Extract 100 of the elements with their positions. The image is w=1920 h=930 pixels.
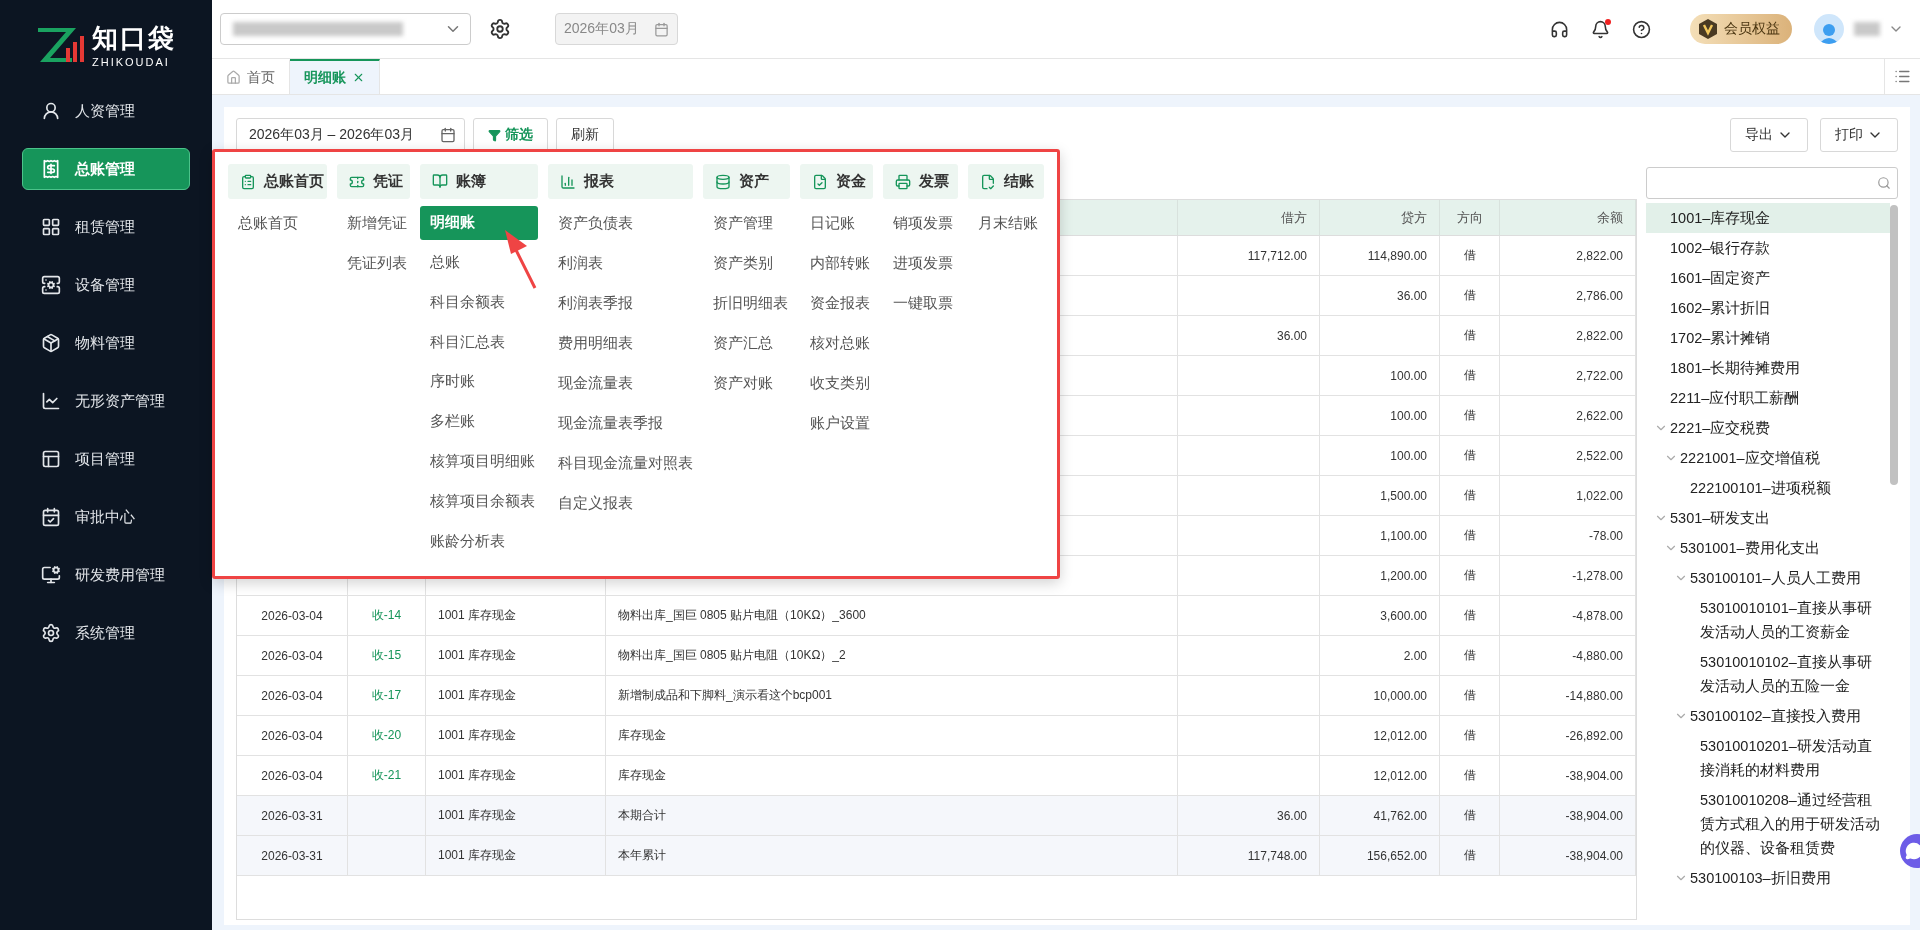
tree-item[interactable]: 53010010101–直接从事研发活动人员的工资薪金 bbox=[1646, 593, 1890, 647]
tree-item[interactable]: 1602–累计折旧 bbox=[1646, 293, 1890, 323]
table-cell: 物料出库_国巨 0805 贴片电阻（10KΩ）_3600 bbox=[606, 596, 1178, 636]
print-button[interactable]: 打印 bbox=[1820, 118, 1898, 152]
tree-item[interactable]: 1002–银行存款 bbox=[1646, 233, 1890, 263]
menu-item[interactable]: 多栏账 bbox=[419, 404, 538, 439]
table-cell: 2026-03-04 bbox=[237, 636, 348, 676]
menu-item[interactable]: 总账首页 bbox=[228, 206, 327, 240]
menu-item[interactable]: 进项发票 bbox=[883, 246, 959, 280]
tree-item[interactable]: 2221–应交税费 bbox=[1646, 413, 1890, 443]
tree-item[interactable]: 5301–研发支出 bbox=[1646, 503, 1890, 533]
tree-item[interactable]: 530100103–折旧费用 bbox=[1646, 863, 1890, 893]
table-cell: 100.00 bbox=[1320, 356, 1440, 396]
menu-item[interactable]: 收支类别 bbox=[800, 366, 874, 400]
menu-item[interactable]: 资产负债表 bbox=[547, 206, 693, 240]
menu-item[interactable]: 账龄分析表 bbox=[419, 524, 538, 558]
sidebar-item[interactable]: 审批中心 bbox=[22, 496, 190, 538]
table-cell: 100.00 bbox=[1320, 396, 1440, 436]
export-button[interactable]: 导出 bbox=[1730, 118, 1808, 152]
table-cell: 2026-03-04 bbox=[237, 596, 348, 636]
tree-item[interactable]: 1801–长期待摊费用 bbox=[1646, 353, 1890, 383]
settings-icon[interactable] bbox=[489, 18, 511, 40]
table-cell[interactable]: 收-21 bbox=[348, 756, 426, 796]
menu-item[interactable]: 现金流量表 bbox=[547, 366, 693, 400]
sidebar-item[interactable]: 研发费用管理 bbox=[22, 554, 190, 596]
tree-item[interactable]: 53010010201–研发活动直接消耗的材料费用 bbox=[1646, 731, 1890, 785]
menu-item[interactable]: 凭证列表 bbox=[336, 246, 410, 280]
menu-item[interactable]: 资产对账 bbox=[702, 366, 791, 400]
list-icon[interactable] bbox=[1894, 68, 1911, 85]
table-cell[interactable]: 收-20 bbox=[348, 716, 426, 756]
sidebar-item[interactable]: 物料管理 bbox=[22, 322, 190, 364]
menu-item[interactable]: 新增凭证 bbox=[336, 206, 410, 240]
help-icon[interactable] bbox=[1632, 19, 1651, 39]
menu-item[interactable]: 总账 bbox=[419, 245, 538, 280]
tree-item[interactable]: 2211–应付职工薪酬 bbox=[1646, 383, 1890, 413]
menu-item[interactable]: 折旧明细表 bbox=[702, 286, 791, 320]
search-field[interactable] bbox=[1646, 167, 1898, 199]
menu-item[interactable]: 日记账 bbox=[800, 206, 874, 240]
sidebar-item[interactable]: 无形资产管理 bbox=[22, 380, 190, 422]
database-icon bbox=[714, 173, 731, 190]
tree-item[interactable]: 530100102–直接投入费用 bbox=[1646, 701, 1890, 731]
table-cell[interactable]: 收-14 bbox=[348, 596, 426, 636]
scrollbar[interactable] bbox=[1890, 205, 1898, 485]
menu-group-header: 凭证 bbox=[336, 164, 410, 199]
table-cell: -26,892.00 bbox=[1500, 716, 1636, 756]
table-cell[interactable]: 收-17 bbox=[348, 676, 426, 716]
menu-item[interactable]: 自定义报表 bbox=[547, 486, 693, 520]
menu-item[interactable]: 月末结账 bbox=[968, 206, 1044, 240]
table-cell[interactable]: 收-15 bbox=[348, 636, 426, 676]
layout-icon bbox=[41, 449, 61, 469]
table-cell: 2026-03-04 bbox=[237, 716, 348, 756]
tree-item[interactable]: 1601–固定资产 bbox=[1646, 263, 1890, 293]
table-cell: 本年累计 bbox=[606, 836, 1178, 876]
tree-item[interactable]: 53010010208–通过经营租赁方式租入的用于研发活动的仪器、设备租赁费 bbox=[1646, 785, 1890, 863]
menu-item[interactable]: 利润表 bbox=[547, 246, 693, 280]
menu-item[interactable]: 账户设置 bbox=[800, 406, 874, 440]
member-badge[interactable]: 会员权益 bbox=[1690, 14, 1792, 44]
menu-item[interactable]: 销项发票 bbox=[883, 206, 959, 240]
column-header: 余额 bbox=[1500, 200, 1636, 236]
menu-item[interactable]: 资金报表 bbox=[800, 286, 874, 320]
refresh-button[interactable]: 刷新 bbox=[556, 118, 614, 152]
menu-item[interactable]: 科目现金流量对照表 bbox=[547, 446, 693, 480]
menu-item[interactable]: 核算项目明细账 bbox=[419, 444, 538, 479]
sidebar-item[interactable]: 项目管理 bbox=[22, 438, 190, 480]
table-cell: -38,904.00 bbox=[1500, 836, 1636, 876]
menu-item[interactable]: 一键取票 bbox=[883, 286, 959, 320]
menu-item[interactable]: 内部转账 bbox=[800, 246, 874, 280]
menu-item[interactable]: 序时账 bbox=[419, 365, 538, 399]
sidebar-item[interactable]: 总账管理 bbox=[22, 148, 190, 190]
hexagon-icon bbox=[1698, 18, 1718, 40]
sidebar-item[interactable]: 租赁管理 bbox=[22, 206, 190, 248]
menu-item[interactable]: 明细账 bbox=[419, 205, 538, 240]
tree-item[interactable]: 222100101–进项税额 bbox=[1646, 473, 1890, 503]
tree-item[interactable]: 53010010102–直接从事研发活动人员的五险一金 bbox=[1646, 647, 1890, 701]
headset-icon[interactable] bbox=[1550, 19, 1569, 39]
menu-item[interactable]: 核算项目余额表 bbox=[419, 484, 538, 519]
sidebar-item[interactable]: 人资管理 bbox=[22, 90, 190, 132]
bell-icon[interactable] bbox=[1591, 19, 1610, 39]
tree-item[interactable]: 1001–库存现金 bbox=[1646, 203, 1890, 233]
menu-item[interactable]: 现金流量表季报 bbox=[547, 406, 693, 440]
close-icon[interactable] bbox=[352, 71, 365, 84]
tree-item[interactable]: 530100101–人员人工费用 bbox=[1646, 563, 1890, 593]
menu-item[interactable]: 资产类别 bbox=[702, 246, 791, 280]
avatar[interactable] bbox=[1814, 14, 1844, 44]
menu-item[interactable]: 资产管理 bbox=[702, 206, 791, 240]
table-cell: 36.00 bbox=[1320, 276, 1440, 316]
tree-item[interactable]: 5301001–费用化支出 bbox=[1646, 533, 1890, 563]
company-select[interactable] bbox=[220, 13, 471, 45]
tree-item[interactable]: 1702–累计摊销 bbox=[1646, 323, 1890, 353]
sidebar-item[interactable]: 系统管理 bbox=[22, 612, 190, 654]
filter-button[interactable]: 筛选 bbox=[473, 118, 548, 152]
menu-item[interactable]: 科目余额表 bbox=[419, 285, 538, 320]
menu-item[interactable]: 核对总账 bbox=[800, 326, 874, 360]
menu-item[interactable]: 资产汇总 bbox=[702, 326, 791, 360]
tree-item[interactable]: 2221001–应交增值税 bbox=[1646, 443, 1890, 473]
table-cell: 物料出库_国巨 0805 贴片电阻（10KΩ）_2 bbox=[606, 636, 1178, 676]
menu-item[interactable]: 利润表季报 bbox=[547, 286, 693, 320]
menu-item[interactable]: 科目汇总表 bbox=[419, 325, 538, 359]
menu-item[interactable]: 费用明细表 bbox=[547, 326, 693, 360]
sidebar-item[interactable]: 设备管理 bbox=[22, 264, 190, 306]
